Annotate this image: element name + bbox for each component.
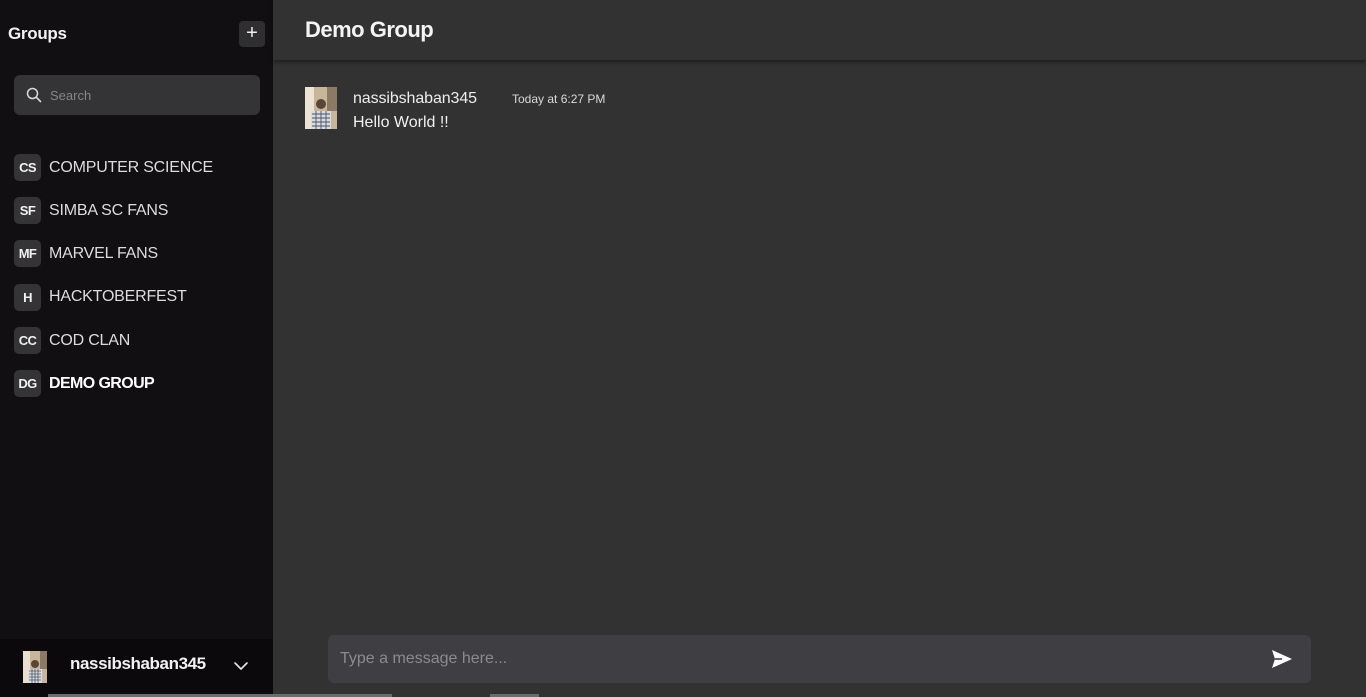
group-avatar: H xyxy=(14,283,41,311)
send-icon[interactable] xyxy=(1271,649,1293,669)
group-name: COMPUTER SCIENCE xyxy=(49,158,213,176)
message-text: Hello World !! xyxy=(353,114,449,131)
message-avatar xyxy=(305,87,337,129)
chat-header: Demo Group xyxy=(273,0,1366,60)
current-user-bar: nassibshaban345 xyxy=(0,639,273,697)
message-composer[interactable] xyxy=(328,635,1311,683)
group-name: DEMO GROUP xyxy=(49,374,155,392)
group-name: COD CLAN xyxy=(49,331,131,349)
message-input[interactable] xyxy=(340,635,1240,683)
chat-message: nassibshaban345 Today at 6:27 PM Hello W… xyxy=(305,87,1205,137)
group-item-marvel-fans[interactable]: MF MARVEL FANS xyxy=(14,232,264,275)
search-icon xyxy=(26,87,42,103)
group-item-hacktoberfest[interactable]: H HACKTOBERFEST xyxy=(14,275,264,319)
sidebar: Groups + CS COMPUTER SCIENCE SF SIMBA SC… xyxy=(0,0,273,697)
chevron-down-icon[interactable] xyxy=(233,660,249,672)
current-user-name: nassibshaban345 xyxy=(70,654,206,673)
group-avatar: CS xyxy=(14,154,41,181)
group-item-computer-science[interactable]: CS COMPUTER SCIENCE xyxy=(14,146,264,189)
group-item-cod-clan[interactable]: CC COD CLAN xyxy=(14,319,264,362)
app-window: Groups + CS COMPUTER SCIENCE SF SIMBA SC… xyxy=(0,0,1366,697)
group-name: MARVEL FANS xyxy=(49,244,158,262)
message-author[interactable]: nassibshaban345 xyxy=(353,90,477,108)
group-name: SIMBA SC FANS xyxy=(49,201,169,219)
group-avatar: SF xyxy=(14,197,41,224)
search-box[interactable] xyxy=(14,75,260,115)
message-timestamp: Today at 6:27 PM xyxy=(512,92,606,106)
sidebar-header: Groups + xyxy=(0,0,273,60)
group-avatar: CC xyxy=(14,327,41,354)
user-avatar xyxy=(23,651,47,683)
chat-title: Demo Group xyxy=(305,17,434,42)
group-list: CS COMPUTER SCIENCE SF SIMBA SC FANS MF … xyxy=(14,146,264,405)
add-group-button[interactable]: + xyxy=(239,21,265,47)
group-name: HACKTOBERFEST xyxy=(49,288,187,305)
chat-panel: Demo Group nassibshaban345 Today at 6:27… xyxy=(273,0,1366,697)
group-item-simba-sc-fans[interactable]: SF SIMBA SC FANS xyxy=(14,189,264,232)
group-avatar: DG xyxy=(14,370,41,397)
search-input[interactable] xyxy=(50,75,250,115)
group-avatar: MF xyxy=(14,240,41,267)
group-item-demo-group[interactable]: DG DEMO GROUP xyxy=(14,362,264,405)
sidebar-title: Groups xyxy=(8,24,67,43)
